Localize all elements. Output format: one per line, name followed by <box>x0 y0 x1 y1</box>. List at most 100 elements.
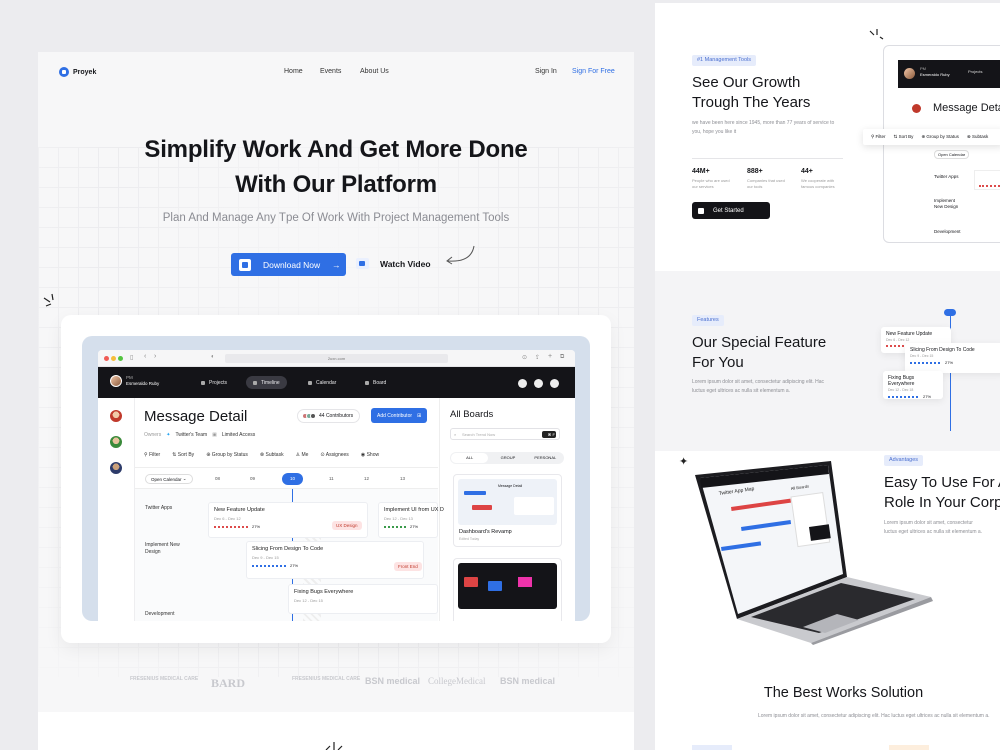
page-title: Message Detail <box>144 408 248 425</box>
brand-logo: FRESENIUS MEDICAL CARE <box>292 676 361 682</box>
badge-features: Features <box>692 315 724 326</box>
task-card[interactable]: New Feature Update Dec 6 - Dec 12 27% <box>208 502 368 538</box>
brand-logo: BARD <box>211 676 246 690</box>
tab-calendar[interactable]: Calendar <box>301 376 343 389</box>
tab-timeline[interactable]: Timeline <box>246 376 287 389</box>
tab-group[interactable]: GROUP <box>489 453 526 463</box>
sign-up-link[interactable]: Sign For Free <box>572 68 615 75</box>
brand-logo: FRESENIUS MEDICAL CARE <box>130 676 199 682</box>
features-page: #1 Management Tools See Our Growth Troug… <box>655 3 1000 750</box>
open-calendar-dropdown[interactable]: Open Calendar ⌄ <box>145 474 193 484</box>
features-text: Lorem ipsum dolor sit amet, consectetur … <box>692 379 825 394</box>
stat-people: 44M+ People who are used our services <box>692 168 730 189</box>
tab-all[interactable]: ALL <box>451 453 489 463</box>
filter-button[interactable]: ⚲ Filter <box>144 452 160 458</box>
top-nav: Proyek Home Events About Us Sign In Sign… <box>38 52 634 92</box>
video-camera-icon <box>356 258 369 269</box>
task-card[interactable]: Fixing Bugs Everywhere Dec 12 - Dec 15 <box>288 584 438 614</box>
close-dot[interactable] <box>104 356 109 361</box>
sparkle-icon: ✦ <box>679 456 689 468</box>
sparkle-lines-icon <box>869 29 884 40</box>
curved-arrow-icon <box>446 245 475 265</box>
tag-front-end: Front End <box>394 562 422 571</box>
avatar <box>904 68 915 79</box>
timeline-date-row: Open Calendar ⌄ 08 09 10 11 12 13 <box>135 467 438 489</box>
preview-title: Message Detail <box>933 102 1000 114</box>
minimize-dot[interactable] <box>111 356 116 361</box>
task-card[interactable]: Slicing From Design To Code Dec 9 - Dec … <box>246 541 424 579</box>
forward-icon[interactable]: › <box>154 353 156 360</box>
address-bar[interactable]: 2uxn.com <box>225 354 448 363</box>
tab-board[interactable]: Board <box>358 376 393 389</box>
tabs-icon[interactable]: ⧉ <box>560 354 564 361</box>
owners-row: Owners ✦ Twitter's Team ▣ Limited Access <box>144 432 256 438</box>
assignees-button[interactable]: ⊙ Assignees <box>320 452 348 458</box>
stat-cooperation: 44+ We cooperate with famous companies <box>801 168 835 189</box>
download-now-button[interactable]: Download Now → <box>231 253 346 276</box>
new-tab-icon[interactable]: + <box>548 353 552 360</box>
sparkle-lines-icon <box>43 293 54 307</box>
get-started-button[interactable]: Get Started <box>692 202 770 219</box>
sort-button[interactable]: ⇅ Sort By <box>172 452 194 458</box>
back-icon[interactable]: ‹ <box>144 353 146 360</box>
user-profile[interactable]: PM Esmeraldo Ruby <box>110 375 159 387</box>
floating-filter-bar: ⚲ Filter ⇅ Sort By ⊕ Group by Status ⊗ S… <box>863 129 1000 145</box>
avatar[interactable] <box>110 462 122 474</box>
board-search-input[interactable]: Search Trend Now ⌘ F ⌕ <box>450 428 560 440</box>
bell-icon[interactable] <box>518 379 527 388</box>
stat-companies: 888+ Companies that used our tools <box>747 168 785 189</box>
task-card[interactable]: Implement UI from UX D Dec 12 - Dec 13 2… <box>378 502 444 538</box>
browser-window: ▯ ‹ › ◐ 2uxn.com ⊙ ⇪ + ⧉ PM Esmeraldo Ru… <box>98 350 575 621</box>
show-button[interactable]: ◉ Show <box>361 452 379 458</box>
nav-about-us[interactable]: About Us <box>360 68 389 75</box>
doc-icon <box>698 207 704 214</box>
filter-toolbar: ⚲ Filter ⇅ Sort By ⊕ Group by Status ⊗ S… <box>144 452 379 458</box>
settings-icon[interactable] <box>550 379 559 388</box>
avatar[interactable] <box>110 410 122 422</box>
growth-text: we have been here since 1945, more than … <box>692 120 835 135</box>
best-works-heading: The Best Works Solution <box>763 685 924 701</box>
subtask-button[interactable]: ⊗ Subtask <box>260 452 284 458</box>
board-filter-tabs: ALL GROUP PERSONAL <box>450 452 564 464</box>
tab-projects[interactable]: Projects <box>194 376 234 389</box>
twitter-icon: ✦ <box>166 432 171 438</box>
boards-title: All Boards <box>450 409 494 420</box>
plus-icon: ⊞ <box>417 412 422 419</box>
download-icon[interactable]: ⊙ <box>522 354 527 361</box>
best-works-text: Lorem ipsum dolor sit amet, consectetur … <box>758 713 990 719</box>
app-header: PM Esmeraldo Ruby Projects Timeline Cale… <box>98 367 575 398</box>
feature-task-card[interactable]: Fixing Bugs Everywhere Dec 12 - Dec 18 2… <box>883 371 943 399</box>
shield-icon: ◐ <box>211 354 215 360</box>
contributors-pill[interactable]: 44 Contributors <box>297 409 361 423</box>
tab-personal[interactable]: PERSONAL <box>527 453 564 463</box>
arrow-right-icon: → <box>332 259 341 270</box>
partner-logos: FRESENIUS MEDICAL CARE BARD FRESENIUS ME… <box>38 672 634 692</box>
sidebar-toggle-icon[interactable]: ▯ <box>130 354 133 361</box>
lock-icon: ▣ <box>212 432 217 438</box>
feature-task-card[interactable]: Slicing From Design To Code Dec 9 - Dec … <box>905 343 1000 373</box>
add-contributor-button[interactable]: Add Contributor ⊞ <box>371 408 428 423</box>
sign-in-link[interactable]: Sign In <box>535 68 557 75</box>
current-date-pill[interactable]: 10 <box>282 473 303 485</box>
divider <box>692 158 843 159</box>
brand-name: Proyek <box>73 68 97 76</box>
logo[interactable]: Proyek <box>59 67 96 77</box>
tag-ux-design: UX Design <box>332 521 362 530</box>
nav-events[interactable]: Events <box>320 68 341 75</box>
share-icon[interactable]: ⇪ <box>535 354 540 361</box>
group-by-button[interactable]: ⊕ Group by Status <box>206 452 248 458</box>
app-showcase: ▯ ‹ › ◐ 2uxn.com ⊙ ⇪ + ⧉ PM Esmeraldo Ru… <box>61 315 611 643</box>
nav-home[interactable]: Home <box>284 68 303 75</box>
search-icon: ⌕ <box>454 432 457 437</box>
me-button[interactable]: ♙ Me <box>296 452 309 458</box>
chat-icon[interactable] <box>534 379 543 388</box>
avatar[interactable] <box>110 436 122 448</box>
board-card[interactable] <box>453 558 562 621</box>
logo-icon <box>59 67 69 77</box>
maximize-dot[interactable] <box>118 356 123 361</box>
brand-logo: BSN medical <box>500 676 556 686</box>
board-card[interactable]: Message Detail Dashboard's Revamp Edited… <box>453 474 562 547</box>
download-icon <box>239 258 251 271</box>
features-heading: Our Special Feature For You <box>692 334 827 371</box>
watch-video-button[interactable]: Watch Video <box>356 258 431 269</box>
